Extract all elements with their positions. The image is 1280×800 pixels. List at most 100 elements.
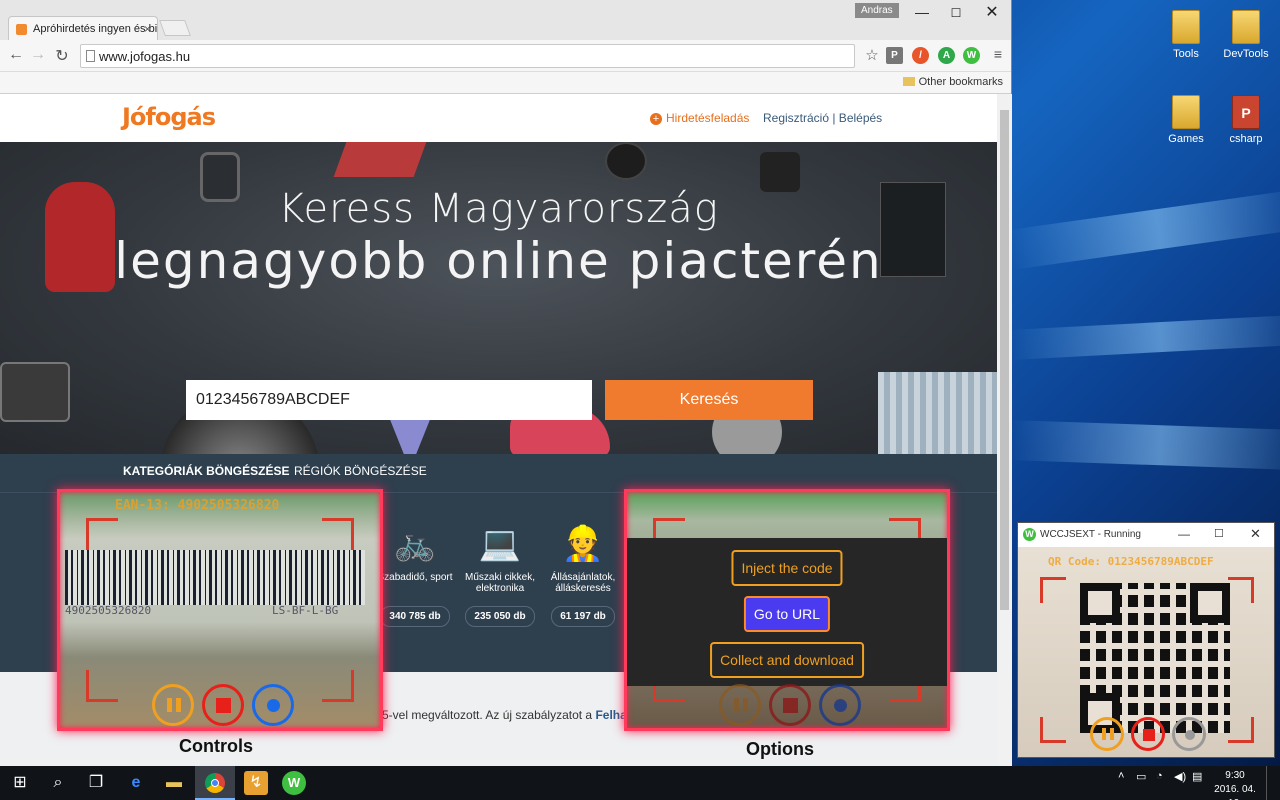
category-count: 61 197 db	[551, 606, 615, 627]
desktop-icon-devtools[interactable]: DevTools	[1216, 10, 1276, 60]
app-w-icon[interactable]: W	[282, 771, 306, 795]
back-icon[interactable]: ←	[6, 46, 26, 64]
category-count: 340 785 db	[380, 606, 450, 627]
hero-headline-2: legnagyobb online piacterén	[114, 232, 883, 290]
category-sport[interactable]: 🚲 Szabadidő, sport 340 785 db	[370, 522, 460, 627]
plus-icon: +	[650, 113, 662, 125]
scrollbar-thumb[interactable]	[1000, 110, 1009, 610]
barcode-digits: 4902505326820	[65, 604, 152, 617]
page-icon	[86, 50, 95, 62]
record-button[interactable]	[1172, 717, 1206, 751]
other-bookmarks[interactable]: Other bookmarks	[903, 76, 1003, 88]
folder-icon	[1232, 10, 1260, 44]
close-window-icon[interactable]: ✕	[1250, 526, 1261, 542]
show-desktop-button[interactable]	[1266, 766, 1267, 800]
stop-icon	[783, 698, 798, 713]
options-menu: Inject the code Go to URL Collect and do…	[627, 538, 947, 686]
qr-finder	[1080, 583, 1120, 623]
pause-button[interactable]	[1090, 717, 1124, 751]
close-window-icon[interactable]: ✕	[980, 2, 1004, 22]
record-button[interactable]	[252, 684, 294, 726]
laptop-icon: 💻	[478, 525, 522, 563]
search-input[interactable]	[186, 380, 592, 420]
task-view-icon[interactable]: ❐	[84, 771, 108, 795]
auth-links[interactable]: Regisztráció | Belépés	[763, 111, 882, 125]
browser-tab[interactable]: Apróhirdetés ingyen és bi ×	[8, 16, 158, 42]
scan-frame-corner	[1040, 577, 1066, 603]
address-bar[interactable]: www.jofogas.hu	[80, 44, 855, 68]
bicycle-icon: 🚲	[393, 525, 437, 563]
desktop-icon-csharp[interactable]: P csharp	[1216, 95, 1276, 145]
category-name: Műszaki cikkek, elektronika	[464, 572, 535, 594]
search-button[interactable]: Keresés	[605, 380, 813, 420]
clock-time: 9:30	[1225, 770, 1245, 781]
options-caption: Options	[746, 739, 814, 759]
edge-icon[interactable]: e	[124, 771, 148, 795]
scan-result-text: EAN-13: 4902505326820	[115, 498, 280, 513]
menu-icon[interactable]: ≡	[988, 46, 1008, 62]
desktop-icon-label: Tools	[1173, 48, 1199, 60]
post-ad-link[interactable]: + Hirdetésfeladás	[650, 111, 749, 125]
new-tab-button[interactable]	[159, 20, 191, 36]
folder-icon	[1172, 95, 1200, 129]
minimize-icon[interactable]: —	[1178, 527, 1190, 541]
clock-date: 2016. 04. 10.	[1214, 784, 1256, 800]
pause-button[interactable]	[152, 684, 194, 726]
tab-categories[interactable]: KATEGÓRIÁK BÖNGÉSZÉSE	[123, 464, 290, 492]
app-orange-icon[interactable]: ↯	[244, 771, 268, 795]
rules-text: 5-vel megváltozott. Az új szabályzatot a	[382, 708, 593, 722]
chrome-taskbar-button[interactable]	[195, 766, 235, 800]
address-bar-url: www.jofogas.hu	[99, 49, 191, 64]
reload-icon[interactable]: ↻	[52, 46, 72, 66]
volume-icon[interactable]: ◀)	[1174, 770, 1186, 783]
scan-frame-corner	[86, 670, 118, 702]
tab-title: Apróhirdetés ingyen és bi	[33, 23, 158, 35]
extension-green-a-icon[interactable]: A	[938, 47, 955, 64]
stop-button[interactable]	[769, 684, 811, 726]
desktop-icon-tools[interactable]: Tools	[1156, 10, 1216, 60]
hero-headline-1: Keress Magyarország	[278, 186, 719, 232]
file-explorer-icon[interactable]: ▬	[162, 771, 186, 795]
network-icon[interactable]: ▭	[1136, 770, 1146, 783]
collect-download-button[interactable]: Collect and download	[710, 642, 864, 678]
search-icon[interactable]: ⌕	[46, 771, 70, 795]
category-count: 235 050 db	[465, 606, 535, 627]
pause-button[interactable]	[719, 684, 761, 726]
ppt-file-icon: P	[1232, 95, 1260, 129]
maximize-icon[interactable]: ☐	[944, 6, 968, 20]
tab-regions[interactable]: RÉGIÓK BÖNGÉSZÉSE	[294, 464, 427, 478]
forward-icon[interactable]: →	[28, 46, 48, 64]
scanner-window: W WCCJSEXT - Running — ☐ ✕ QR Code: 0123…	[1017, 522, 1275, 758]
minimize-icon[interactable]: —	[910, 4, 934, 20]
options-camera-panel: Inject the code Go to URL Collect and do…	[624, 489, 950, 731]
record-icon	[267, 699, 280, 712]
stop-button[interactable]	[202, 684, 244, 726]
scan-frame-corner	[86, 518, 118, 550]
windows-start-icon[interactable]: ⊞	[8, 771, 32, 795]
profile-badge[interactable]: Andras	[855, 3, 899, 18]
notification-icon[interactable]: ▤	[1192, 770, 1202, 783]
wallpaper-beam	[1009, 420, 1280, 471]
site-logo[interactable]: Jófogás	[122, 103, 216, 131]
chevron-up-icon[interactable]: ˄	[1118, 770, 1124, 782]
worker-icon: 👷	[561, 525, 605, 563]
bookmark-star-icon[interactable]: ☆	[862, 46, 882, 64]
record-button[interactable]	[819, 684, 861, 726]
taskbar-clock[interactable]: 9:30 2016. 04. 10.	[1208, 769, 1262, 800]
extension-w-icon[interactable]: W	[963, 47, 980, 64]
maximize-icon[interactable]: ☐	[1214, 527, 1224, 540]
go-to-url-button[interactable]: Go to URL	[743, 596, 831, 632]
stop-button[interactable]	[1131, 717, 1165, 751]
extension-orange-icon[interactable]: /	[912, 47, 929, 64]
category-jobs[interactable]: 👷 Állásajánlatok, álláskeresés 61 197 db	[538, 522, 628, 627]
extension-p-icon[interactable]: P	[886, 47, 903, 64]
close-tab-icon[interactable]: ×	[144, 22, 151, 36]
scanner-titlebar: W WCCJSEXT - Running — ☐ ✕	[1018, 523, 1274, 547]
desktop-icon-games[interactable]: Games	[1156, 95, 1216, 145]
category-name: Állásajánlatok, álláskeresés	[550, 572, 616, 594]
page-scrollbar[interactable]	[997, 94, 1012, 766]
inject-code-button[interactable]: Inject the code	[731, 550, 843, 586]
record-icon	[1185, 730, 1195, 740]
wifi-icon[interactable]: ◔	[1156, 770, 1163, 782]
category-electronics[interactable]: 💻 Műszaki cikkek, elektronika 235 050 db	[455, 522, 545, 627]
